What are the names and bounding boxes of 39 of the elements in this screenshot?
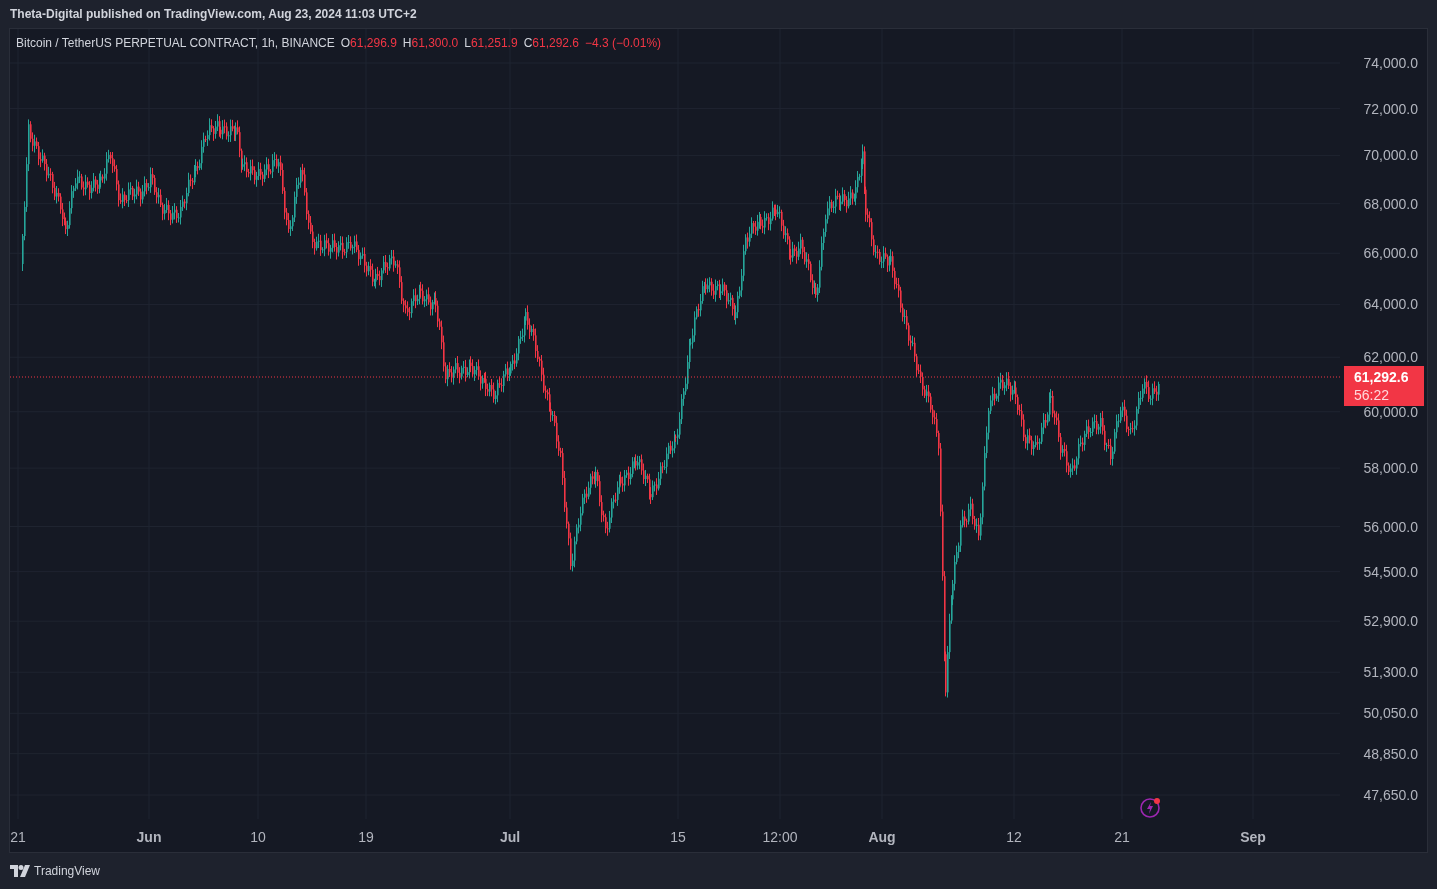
last-price: 61,292.6 [1354, 368, 1410, 387]
price-axis-label: 70,000.0 [1363, 148, 1418, 163]
price-axis-label: 58,000.0 [1363, 461, 1418, 476]
time-axis-label: 15 [670, 828, 686, 847]
time-axis-label: 21 [10, 828, 26, 847]
time-axis-label: 10 [250, 828, 266, 847]
price-axis-label: 60,000.0 [1363, 404, 1418, 419]
price-axis-label: 51,300.0 [1363, 665, 1418, 680]
price-axis-label: 54,500.0 [1363, 564, 1418, 579]
price-axis-label: 72,000.0 [1363, 101, 1418, 116]
ohlc-value: H61,300.0 [402, 35, 459, 52]
lightning-icon[interactable] [1140, 796, 1162, 818]
price-axis-label: 52,900.0 [1363, 614, 1418, 629]
ohlc-value: O61,296.9 [340, 35, 397, 52]
symbol-title: Bitcoin / TetherUS PERPETUAL CONTRACT, 1h, BINANCE [16, 35, 335, 52]
price-axis-label: 56,000.0 [1363, 519, 1418, 534]
candle-countdown: 56:22 [1354, 386, 1391, 405]
price-axis-label: 68,000.0 [1363, 196, 1418, 211]
ohlc-value: L61,251.9 [464, 35, 518, 52]
price-axis-label: 50,050.0 [1363, 706, 1418, 721]
publish-info: Theta-Digital published on TradingView.com, Aug 23, 2024 11:03 UTC+2 [10, 6, 417, 23]
time-axis-label: 21 [1114, 828, 1130, 847]
price-axis-label: 74,000.0 [1363, 56, 1418, 70]
price-axis-label: 66,000.0 [1363, 246, 1418, 261]
brand-name: TradingView [34, 863, 101, 880]
tradingview-logo-icon [10, 865, 30, 877]
price-axis-label: 47,650.0 [1363, 788, 1418, 802]
time-axis-label: Sep [1240, 828, 1266, 847]
price-axis-label: 62,000.0 [1363, 350, 1418, 365]
time-axis-label: Jun [136, 828, 162, 847]
time-axis-label: Jul [499, 828, 521, 847]
time-axis-label: 12:00 [762, 828, 798, 847]
price-change: −4.3 (−0.01%) [585, 35, 662, 52]
time-axis-label: 19 [358, 828, 374, 847]
time-axis-label: 12 [1006, 828, 1022, 847]
price-axis-label: 48,850.0 [1363, 746, 1418, 761]
time-axis-label: Aug [868, 828, 896, 847]
price-axis-label: 64,000.0 [1363, 297, 1418, 312]
ohlc-value: C61,292.6 [523, 35, 579, 52]
